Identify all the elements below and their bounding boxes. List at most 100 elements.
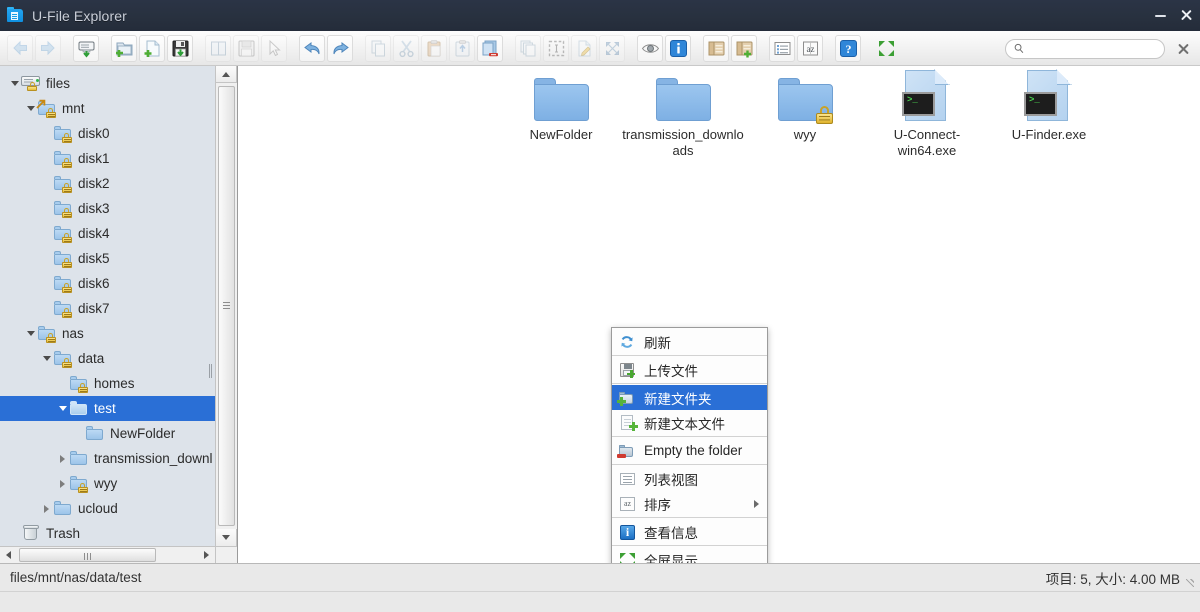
archive-add-button[interactable] bbox=[731, 34, 757, 62]
tree-item-disk1[interactable]: disk1 bbox=[0, 146, 215, 171]
tree-item-ucloud[interactable]: ucloud bbox=[0, 496, 215, 521]
context-menu-item[interactable]: Empty the folder bbox=[612, 438, 767, 463]
back-button[interactable] bbox=[7, 34, 33, 62]
tree-item-homes[interactable]: homes bbox=[0, 371, 215, 396]
info-button[interactable] bbox=[665, 34, 691, 62]
tree-item-disk0[interactable]: disk0 bbox=[0, 121, 215, 146]
copy-button[interactable] bbox=[365, 34, 391, 62]
select-cursor-button[interactable] bbox=[261, 34, 287, 62]
save-button[interactable] bbox=[233, 34, 259, 62]
tree-item-newfolder[interactable]: NewFolder bbox=[0, 421, 215, 446]
file-icon bbox=[622, 66, 744, 122]
redo-button[interactable] bbox=[327, 34, 353, 62]
tree-twisty-right-icon[interactable] bbox=[40, 496, 53, 521]
toolbar-group-fullscreen bbox=[872, 35, 900, 62]
tree-item-data[interactable]: data bbox=[0, 346, 215, 371]
tree-item-transmission-downl[interactable]: transmission_downl bbox=[0, 446, 215, 471]
file-icon bbox=[500, 66, 622, 122]
minimize-button[interactable] bbox=[1154, 9, 1167, 22]
select-all-button[interactable] bbox=[543, 34, 569, 62]
context-menu-item[interactable]: 新建文本文件 bbox=[612, 410, 767, 435]
file-item[interactable]: U-Connect-win64.exe bbox=[866, 66, 988, 159]
file-item[interactable]: transmission_downloads bbox=[622, 66, 744, 159]
archive-button[interactable] bbox=[703, 34, 729, 62]
forward-button[interactable] bbox=[35, 34, 61, 62]
scroll-up-button[interactable] bbox=[216, 66, 237, 83]
file-pane[interactable]: NewFolder transmission_downloads wyy U-Conn… bbox=[238, 66, 1200, 563]
tree-item-disk4[interactable]: disk4 bbox=[0, 221, 215, 246]
scroll-down-button[interactable] bbox=[216, 529, 237, 546]
context-menu-item[interactable]: 查看信息 bbox=[612, 519, 767, 544]
duplicate-button[interactable] bbox=[515, 34, 541, 62]
close-button[interactable] bbox=[1180, 9, 1193, 22]
tree-twisty-placeholder bbox=[56, 371, 69, 396]
context-menu-item[interactable]: 全屏显示 bbox=[612, 547, 767, 563]
rename-button[interactable] bbox=[571, 34, 597, 62]
help-button[interactable]: ? bbox=[835, 34, 861, 62]
file-grid: NewFolder transmission_downloads wyy U-Conn… bbox=[238, 66, 1200, 158]
file-item[interactable]: NewFolder bbox=[500, 66, 622, 143]
tree-item-wyy[interactable]: wyy bbox=[0, 471, 215, 496]
expand-selection-button[interactable] bbox=[599, 34, 625, 62]
file-item[interactable]: wyy bbox=[744, 66, 866, 143]
hidden-files-button[interactable] bbox=[637, 34, 663, 62]
sidebar-vertical-scrollbar[interactable] bbox=[215, 66, 237, 546]
context-menu-item[interactable]: 上传文件 bbox=[612, 357, 767, 382]
tree-twisty-right-icon[interactable] bbox=[56, 446, 69, 471]
vertical-scroll-thumb[interactable] bbox=[218, 86, 235, 526]
tree-item-disk2[interactable]: disk2 bbox=[0, 171, 215, 196]
tree-item-test[interactable]: test bbox=[0, 396, 215, 421]
sidebar-splitter-grip[interactable] bbox=[209, 364, 213, 378]
sort-button[interactable]: az bbox=[797, 34, 823, 62]
delete-button[interactable] bbox=[477, 34, 503, 62]
open-button[interactable] bbox=[205, 34, 231, 62]
scroll-left-button[interactable] bbox=[0, 547, 17, 563]
paste-special-button[interactable] bbox=[449, 34, 475, 62]
menu-separator bbox=[612, 545, 767, 546]
menu-separator bbox=[612, 383, 767, 384]
clear-search-button[interactable] bbox=[1177, 42, 1190, 55]
scroll-right-button[interactable] bbox=[198, 547, 215, 563]
file-item[interactable]: U-Finder.exe bbox=[988, 66, 1110, 143]
new-file-button[interactable] bbox=[139, 34, 165, 62]
info-blue-icon bbox=[618, 522, 637, 541]
context-menu-item[interactable]: 排序 bbox=[612, 491, 767, 516]
tree-twisty-down-icon[interactable] bbox=[24, 321, 37, 346]
tree-item-disk3[interactable]: disk3 bbox=[0, 196, 215, 221]
tree-item-trash[interactable]: Trash bbox=[0, 521, 215, 546]
context-menu-item[interactable]: 列表视图 bbox=[612, 466, 767, 491]
tree-twisty-placeholder bbox=[40, 271, 53, 296]
paste-button[interactable] bbox=[421, 34, 447, 62]
new-folder-button[interactable] bbox=[111, 34, 137, 62]
fullscreen-button[interactable] bbox=[873, 35, 899, 62]
tree-twisty-down-icon[interactable] bbox=[40, 346, 53, 371]
context-menu-item[interactable]: 刷新 bbox=[612, 329, 767, 354]
tree-item-disk6[interactable]: disk6 bbox=[0, 271, 215, 296]
cut-button[interactable] bbox=[393, 34, 419, 62]
toolbar-group-history bbox=[298, 34, 354, 62]
tree-twisty-down-icon[interactable] bbox=[8, 71, 21, 96]
tree-item-label: NewFolder bbox=[110, 426, 176, 441]
mount-button[interactable] bbox=[73, 34, 99, 62]
horizontal-scroll-thumb[interactable] bbox=[19, 548, 156, 562]
tree-item-mnt[interactable]: mnt bbox=[0, 96, 215, 121]
tree-item-disk7[interactable]: disk7 bbox=[0, 296, 215, 321]
list-view-button[interactable] bbox=[769, 34, 795, 62]
tree-item-files[interactable]: files bbox=[0, 71, 215, 96]
status-summary: 项目: 5, 大小: 4.00 MB bbox=[1046, 568, 1195, 588]
undo-button[interactable] bbox=[299, 34, 325, 62]
tree-twisty-right-icon[interactable] bbox=[56, 471, 69, 496]
search-input[interactable] bbox=[1023, 40, 1156, 57]
mount-link-icon bbox=[36, 96, 58, 121]
file-name: transmission_downloads bbox=[622, 127, 744, 158]
upload-button[interactable] bbox=[167, 34, 193, 62]
file-icon bbox=[988, 66, 1110, 122]
sidebar-horizontal-scrollbar[interactable] bbox=[0, 546, 215, 563]
context-menu-item[interactable]: 新建文件夹 bbox=[612, 385, 767, 410]
folder-lock-icon bbox=[53, 121, 74, 146]
folder-lock-icon bbox=[53, 271, 74, 296]
tree-item-nas[interactable]: nas bbox=[0, 321, 215, 346]
tree-twisty-down-icon[interactable] bbox=[56, 396, 69, 421]
tree-item-disk5[interactable]: disk5 bbox=[0, 246, 215, 271]
search-box[interactable] bbox=[1005, 38, 1165, 59]
